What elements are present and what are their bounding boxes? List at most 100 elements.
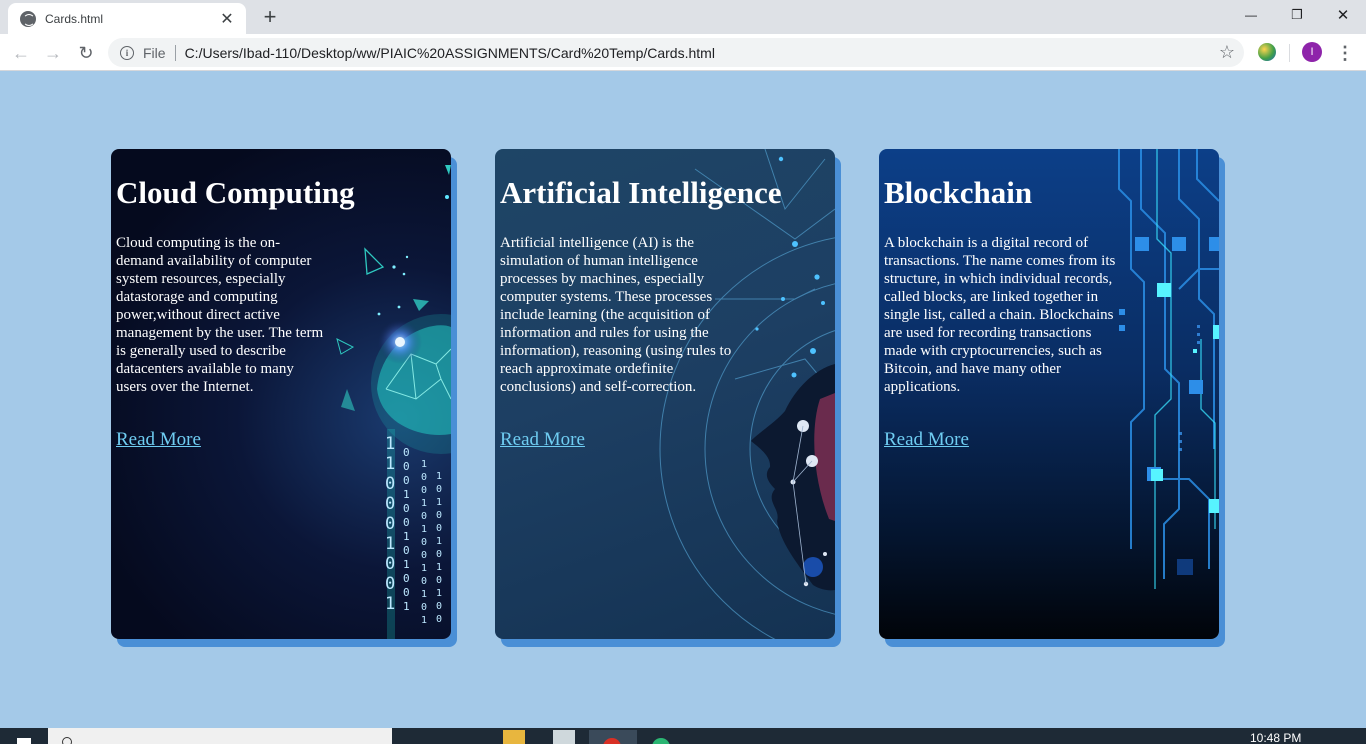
minimize-icon: — — [1245, 8, 1257, 22]
binary-digit: 1 — [403, 558, 410, 571]
card-cloud-computing: 1100010010001001010011001010010101101001… — [111, 149, 451, 639]
binary-column: 1 0 1 0 0 1 0 1 0 1 0 0 — [436, 470, 446, 626]
binary-rain: 1100010010001001010011001010010101101001… — [381, 434, 451, 639]
chrome-taskbar-button[interactable] — [589, 730, 637, 744]
binary-digit: 1 — [385, 534, 396, 554]
binary-digit: 0 — [436, 510, 443, 521]
binary-column: 110001001 — [385, 434, 395, 614]
card-title: Artificial Intelligence — [500, 175, 782, 210]
binary-digit: 0 — [421, 485, 428, 496]
file-explorer-icon[interactable] — [503, 730, 525, 744]
address-bar[interactable]: i File C:/Users/Ibad-110/Desktop/ww/PIAI… — [108, 38, 1244, 67]
card-title: Blockchain — [884, 175, 1033, 210]
binary-digit: 0 — [403, 544, 410, 557]
binary-digit: 0 — [421, 602, 428, 613]
read-more-link[interactable]: Read More — [500, 429, 585, 451]
binary-digit: 0 — [385, 514, 396, 534]
back-arrow-icon: ← — [12, 42, 30, 63]
binary-digit: 1 — [385, 594, 396, 614]
binary-digit: 1 — [421, 615, 428, 626]
reload-icon: ↻ — [78, 42, 94, 63]
card-body: A blockchain is a digital record of tran… — [884, 235, 1116, 395]
scheme-label: File — [143, 44, 166, 61]
binary-digit: 0 — [403, 446, 410, 459]
binary-digit: 1 — [385, 454, 396, 474]
card-body: Artificial intelligence (AI) is the simu… — [500, 235, 732, 395]
tab-cards[interactable]: Cards.html ✕ — [8, 3, 246, 34]
tab-strip: Cards.html ✕ + — ❐ ✕ — [0, 0, 1366, 34]
restore-button[interactable]: ❐ — [1274, 0, 1320, 30]
binary-digit: 0 — [403, 572, 410, 585]
tab-close-icon[interactable]: ✕ — [218, 9, 236, 29]
binary-digit: 1 — [436, 497, 443, 508]
binary-digit: 1 — [403, 600, 410, 613]
binary-digit: 0 — [421, 550, 428, 561]
minimize-button[interactable]: — — [1228, 0, 1274, 30]
notepad-icon[interactable] — [553, 730, 575, 744]
card-title: Cloud Computing — [116, 175, 355, 210]
binary-digit: 0 — [421, 576, 428, 587]
binary-digit: 1 — [421, 589, 428, 600]
binary-digit: 0 — [403, 516, 410, 529]
binary-digit: 0 — [385, 474, 396, 494]
binary-digit: 0 — [436, 614, 443, 625]
binary-digit: 1 — [436, 562, 443, 573]
menu-icon[interactable]: ⋮ — [1335, 40, 1355, 66]
bookmark-star-icon[interactable]: ☆ — [1219, 42, 1235, 63]
binary-digit: 0 — [436, 484, 443, 495]
binary-digit: 1 — [403, 530, 410, 543]
binary-digit: 0 — [385, 574, 396, 594]
search-icon — [62, 737, 72, 744]
binary-digit: 0 — [436, 575, 443, 586]
binary-column: 1 0 0 1 0 1 0 0 1 0 1 0 1 — [421, 458, 431, 627]
url-text[interactable]: C:/Users/Ibad-110/Desktop/ww/PIAIC%20ASS… — [185, 45, 1219, 61]
read-more-link[interactable]: Read More — [116, 429, 201, 451]
binary-digit: 0 — [403, 586, 410, 599]
windows-start-icon[interactable] — [17, 738, 31, 744]
binary-digit: 0 — [436, 549, 443, 560]
reload-button[interactable]: ↻ — [73, 40, 99, 66]
browser-toolbar: ← → ↻ i File C:/Users/Ibad-110/Desktop/w… — [0, 34, 1366, 71]
tab-title: Cards.html — [45, 11, 104, 26]
back-button[interactable]: ← — [8, 40, 34, 66]
globe-icon — [20, 10, 36, 27]
binary-digit: 1 — [421, 524, 428, 535]
binary-digit: 0 — [421, 472, 428, 483]
binary-digit: 1 — [421, 498, 428, 509]
restore-icon: ❐ — [1291, 7, 1303, 22]
profile-avatar[interactable]: I — [1302, 42, 1322, 62]
taskbar-clock[interactable]: 10:48 PM — [1250, 731, 1301, 744]
binary-digit: 0 — [385, 494, 396, 514]
taskbar: 10:48 PM — [0, 728, 1366, 744]
binary-digit: 1 — [436, 588, 443, 599]
binary-digit: 0 — [385, 554, 396, 574]
binary-digit: 0 — [403, 502, 410, 515]
app-glyph-icon — [652, 738, 670, 744]
card-body: Cloud computing is the on-demand availab… — [116, 235, 324, 395]
binary-digit: 0 — [421, 537, 428, 548]
binary-digit: 0 — [436, 523, 443, 534]
close-window-button[interactable]: ✕ — [1320, 0, 1366, 30]
binary-digit: 1 — [403, 488, 410, 501]
card-artificial-intelligence: Artificial Intelligence Artificial intel… — [495, 149, 835, 639]
binary-digit: 1 — [436, 471, 443, 482]
binary-digit: 1 — [385, 434, 396, 454]
binary-digit: 0 — [403, 460, 410, 473]
read-more-link[interactable]: Read More — [884, 429, 969, 451]
binary-column: 000100101001 — [403, 446, 413, 614]
forward-button[interactable]: → — [40, 40, 66, 66]
taskbar-search-box[interactable] — [48, 728, 392, 744]
card-blockchain: Blockchain A blockchain is a digital rec… — [879, 149, 1219, 639]
site-info-icon[interactable]: i — [120, 45, 134, 60]
chrome-icon — [603, 738, 621, 744]
new-tab-button[interactable]: + — [258, 4, 282, 30]
omnibox-divider — [174, 44, 176, 61]
forward-arrow-icon: → — [44, 42, 62, 63]
app-icon[interactable] — [652, 730, 674, 744]
binary-digit: 1 — [421, 459, 428, 470]
binary-digit: 1 — [421, 563, 428, 574]
extension-icon[interactable] — [1258, 43, 1276, 61]
task-view-icon[interactable] — [410, 730, 432, 744]
binary-digit: 0 — [436, 601, 443, 612]
toolbar-divider — [1289, 44, 1290, 62]
